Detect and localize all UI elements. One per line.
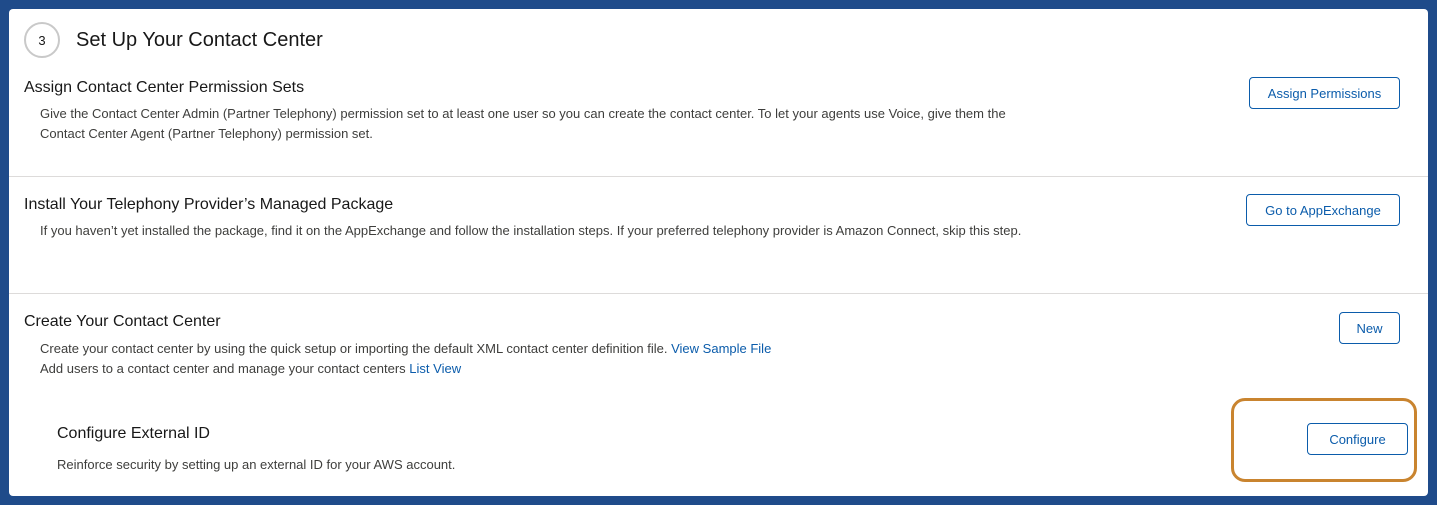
section-divider	[9, 293, 1428, 294]
contact-center-line-1: Create your contact center by using the …	[40, 339, 1030, 359]
package-title: Install Your Telephony Provider’s Manage…	[24, 196, 394, 213]
view-sample-file-link[interactable]: View Sample File	[671, 341, 771, 356]
permissions-title: Assign Contact Center Permission Sets	[24, 79, 305, 96]
list-view-link[interactable]: List View	[409, 361, 461, 376]
new-button[interactable]: New	[1339, 312, 1400, 344]
contact-center-title: Create Your Contact Center	[24, 313, 221, 330]
step-header: 3 Set Up Your Contact Center	[24, 22, 323, 58]
package-description: If you haven’t yet installed the package…	[40, 223, 1022, 238]
setup-card: 3 Set Up Your Contact Center Assign Cont…	[9, 9, 1428, 496]
step-number-badge: 3	[24, 22, 60, 58]
contact-center-line-1-text: Create your contact center by using the …	[40, 341, 668, 356]
contact-center-line-2: Add users to a contact center and manage…	[40, 359, 1030, 379]
section-divider	[9, 176, 1428, 177]
permissions-description: Give the Contact Center Admin (Partner T…	[40, 106, 1006, 141]
external-id-description: Reinforce security by setting up an exte…	[57, 457, 456, 472]
step-title: Set Up Your Contact Center	[76, 28, 323, 51]
go-to-appexchange-button[interactable]: Go to AppExchange	[1246, 194, 1400, 226]
configure-button[interactable]: Configure	[1307, 423, 1408, 455]
external-id-title: Configure External ID	[57, 425, 210, 442]
assign-permissions-button[interactable]: Assign Permissions	[1249, 77, 1400, 109]
contact-center-line-2-text: Add users to a contact center and manage…	[40, 361, 406, 376]
